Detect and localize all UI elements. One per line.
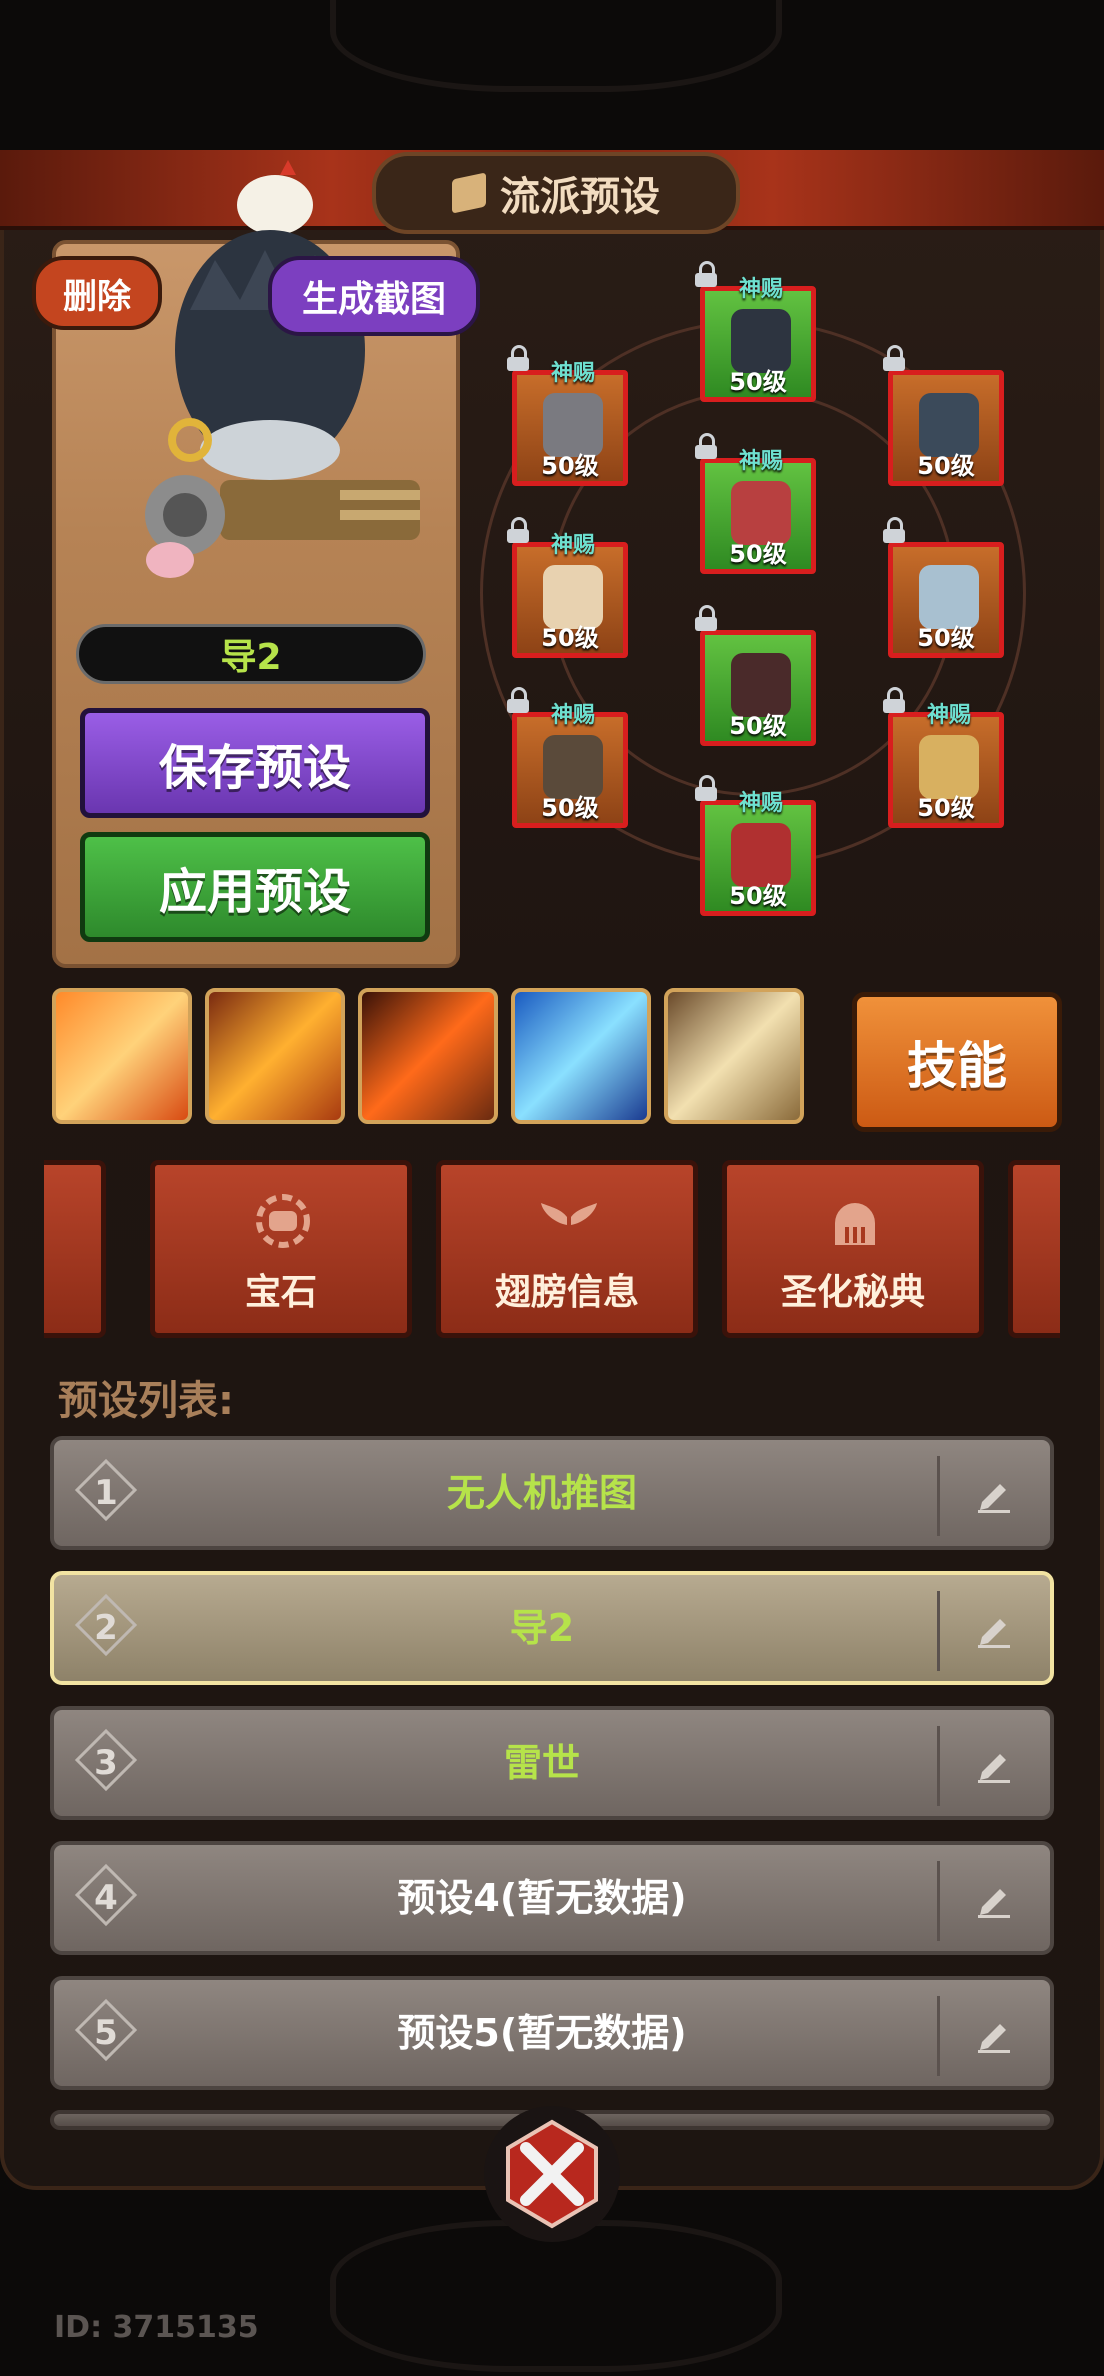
ice-crystal-icon[interactable] (511, 988, 651, 1124)
tab-sanctify-codex[interactable]: 圣化秘典 (722, 1160, 984, 1338)
divine-tag: 神赐 (739, 277, 784, 302)
edit-icon[interactable] (974, 1609, 1014, 1649)
lock-icon (507, 517, 529, 543)
equipment-level: 50级 (729, 368, 787, 396)
gem-icon (256, 1194, 310, 1248)
equipment-slot-boots[interactable]: 神赐 50级 (695, 775, 816, 916)
preset-name: 导2 (509, 1606, 575, 1650)
preset-name: 雷世 (503, 1741, 580, 1785)
apply-preset-button[interactable]: 应用预设 (80, 832, 430, 942)
equipment-level: 50级 (917, 624, 975, 652)
equipment-level: 50级 (541, 624, 599, 652)
current-preset-name: 导2 (220, 637, 282, 678)
preset-index: 4 (94, 1878, 118, 1918)
equipment-level: 50级 (541, 794, 599, 822)
preset-row-1[interactable]: 1 无人机推图 (50, 1436, 1054, 1550)
player-id: ID: 3715135 (54, 2310, 259, 2345)
divine-tag: 神赐 (739, 791, 784, 816)
divider (937, 1456, 940, 1536)
edit-icon[interactable] (974, 1879, 1014, 1919)
tab-partial-left[interactable] (44, 1160, 106, 1338)
divine-tag: 神赐 (551, 361, 596, 386)
feature-tabs: 宝石 翅膀信息 圣化秘典 (44, 1160, 1060, 1338)
divider (937, 1726, 940, 1806)
edit-icon[interactable] (974, 2014, 1014, 2054)
page-title-text: 流派预设 (500, 174, 660, 220)
divine-tag: 神赐 (551, 533, 596, 558)
equipment-slot-bracer[interactable]: 神赐 50级 (507, 517, 628, 658)
equipment-level: 50级 (917, 794, 975, 822)
preset-row-2[interactable]: 2 导2 (50, 1571, 1054, 1685)
tab-gem[interactable]: 宝石 (150, 1160, 412, 1338)
preset-index: 3 (94, 1743, 118, 1783)
divider (937, 1996, 940, 2076)
equipment-slot-pants[interactable]: 50级 (695, 605, 816, 746)
tab-gem-label: 宝石 (244, 1272, 317, 1313)
tab-sanctify-codex-label: 圣化秘典 (780, 1272, 925, 1313)
equipment-level: 50级 (729, 540, 787, 568)
preset-row-4[interactable]: 4 预设4(暂无数据) (50, 1841, 1054, 1955)
divine-tag: 神赐 (739, 449, 784, 474)
lock-icon (695, 605, 717, 631)
divine-tag: 神赐 (551, 703, 596, 728)
lock-icon (883, 517, 905, 543)
preset-index: 1 (94, 1473, 118, 1513)
preset-name: 无人机推图 (446, 1471, 637, 1515)
equipment-slot-ring[interactable]: 50级 (883, 517, 1004, 658)
lock-icon (507, 687, 529, 713)
tab-wings-info-label: 翅膀信息 (494, 1272, 639, 1313)
divider (937, 1591, 940, 1671)
fire-slash-icon[interactable] (52, 988, 192, 1124)
preset-index: 2 (94, 1608, 118, 1648)
lock-icon (883, 687, 905, 713)
generate-screenshot-button[interactable]: 生成截图 (268, 256, 480, 336)
tab-wings-info[interactable]: 翅膀信息 (436, 1160, 698, 1338)
equipment-level: 50级 (729, 712, 787, 740)
character-portrait (145, 160, 420, 578)
wings-icon (541, 1203, 597, 1225)
lock-icon (507, 345, 529, 371)
preset-name: 预设4(暂无数据) (397, 1876, 687, 1920)
equipment-slot-claw-gauntlet[interactable]: 神赐 50级 (507, 687, 628, 828)
lock-icon (883, 345, 905, 371)
divider (937, 1861, 940, 1941)
preset-index: 5 (94, 2013, 118, 2053)
skills-button[interactable]: 技能 (852, 992, 1062, 1132)
equipment-level: 50级 (541, 452, 599, 480)
preset-name-plate: 导2 (56, 616, 446, 692)
edit-icon[interactable] (974, 1744, 1014, 1784)
edit-icon[interactable] (974, 1474, 1014, 1514)
preset-row-5[interactable]: 5 预设5(暂无数据) (50, 1976, 1054, 2090)
save-preset-button[interactable]: 保存预设 (80, 708, 430, 818)
lock-icon (695, 261, 717, 287)
equipment-slot-armor[interactable]: 神赐 50级 (695, 433, 816, 574)
equipment-slot-saxophone[interactable]: 神赐 50级 (883, 687, 1004, 828)
background-pattern (330, 0, 782, 92)
book-icon (452, 172, 486, 214)
equipment-level: 50级 (729, 882, 787, 910)
fire-missiles-icon[interactable] (205, 988, 345, 1124)
preset-row-3[interactable]: 3 雷世 (50, 1706, 1054, 1820)
fire-fist-icon[interactable] (358, 988, 498, 1124)
equipment-slot-cloak[interactable]: 神赐 50级 (695, 261, 816, 402)
delete-button[interactable]: 删除 (32, 256, 162, 330)
equipment-slot-necklace[interactable]: 50级 (883, 345, 1004, 486)
close-icon[interactable] (482, 2104, 622, 2244)
dome-icon (835, 1203, 875, 1245)
equipment-slot-helmet[interactable]: 神赐 50级 (507, 345, 628, 486)
equipment-level: 50级 (917, 452, 975, 480)
lock-icon (695, 433, 717, 459)
preset-list-title: 预设列表: (58, 1378, 234, 1424)
preset-name: 预设5(暂无数据) (397, 2011, 687, 2055)
lock-icon (695, 775, 717, 801)
whirlwind-icon[interactable] (664, 988, 804, 1124)
tab-partial-right[interactable] (1008, 1160, 1060, 1338)
divine-tag: 神赐 (927, 703, 972, 728)
